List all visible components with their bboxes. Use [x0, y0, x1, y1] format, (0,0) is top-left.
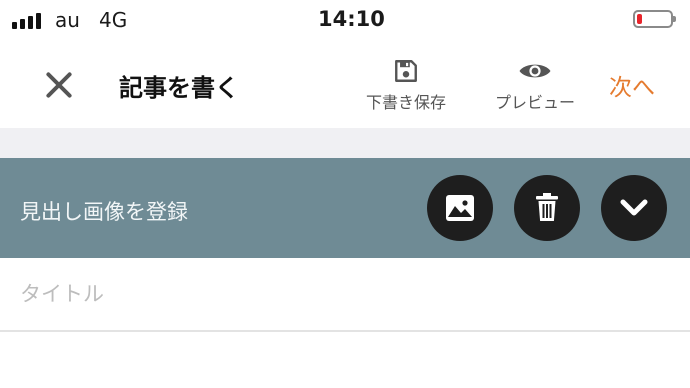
- battery-icon: [633, 10, 676, 28]
- close-icon[interactable]: [38, 64, 80, 106]
- cover-image-bar: 見出し画像を登録: [0, 158, 690, 258]
- expand-button[interactable]: [601, 175, 667, 241]
- cover-image-label[interactable]: 見出し画像を登録: [20, 196, 188, 226]
- trash-icon: [536, 193, 558, 221]
- save-draft-button[interactable]: 下書き保存: [358, 58, 454, 113]
- network-type: 4G: [99, 8, 128, 32]
- floppy-disk-icon: [395, 60, 417, 82]
- title-input[interactable]: [0, 258, 690, 332]
- next-button[interactable]: 次へ: [609, 68, 655, 102]
- add-image-button[interactable]: [427, 175, 493, 241]
- status-bar: au 4G 14:10: [0, 0, 690, 42]
- image-icon: [446, 195, 474, 221]
- eye-icon: [519, 64, 551, 78]
- status-time: 14:10: [318, 7, 385, 31]
- divider-band: [0, 128, 690, 158]
- chevron-down-icon: [620, 199, 648, 216]
- editor-header: 記事を書く 下書き保存 プレビュー 次へ: [0, 42, 690, 128]
- delete-button[interactable]: [514, 175, 580, 241]
- page-title: 記事を書く: [119, 74, 239, 102]
- carrier-name: au: [55, 8, 80, 32]
- preview-button[interactable]: プレビュー: [486, 58, 584, 113]
- save-draft-label: 下書き保存: [365, 93, 446, 112]
- signal-strength-icon: [12, 13, 41, 29]
- preview-label: プレビュー: [494, 93, 575, 112]
- battery-level: [637, 14, 642, 24]
